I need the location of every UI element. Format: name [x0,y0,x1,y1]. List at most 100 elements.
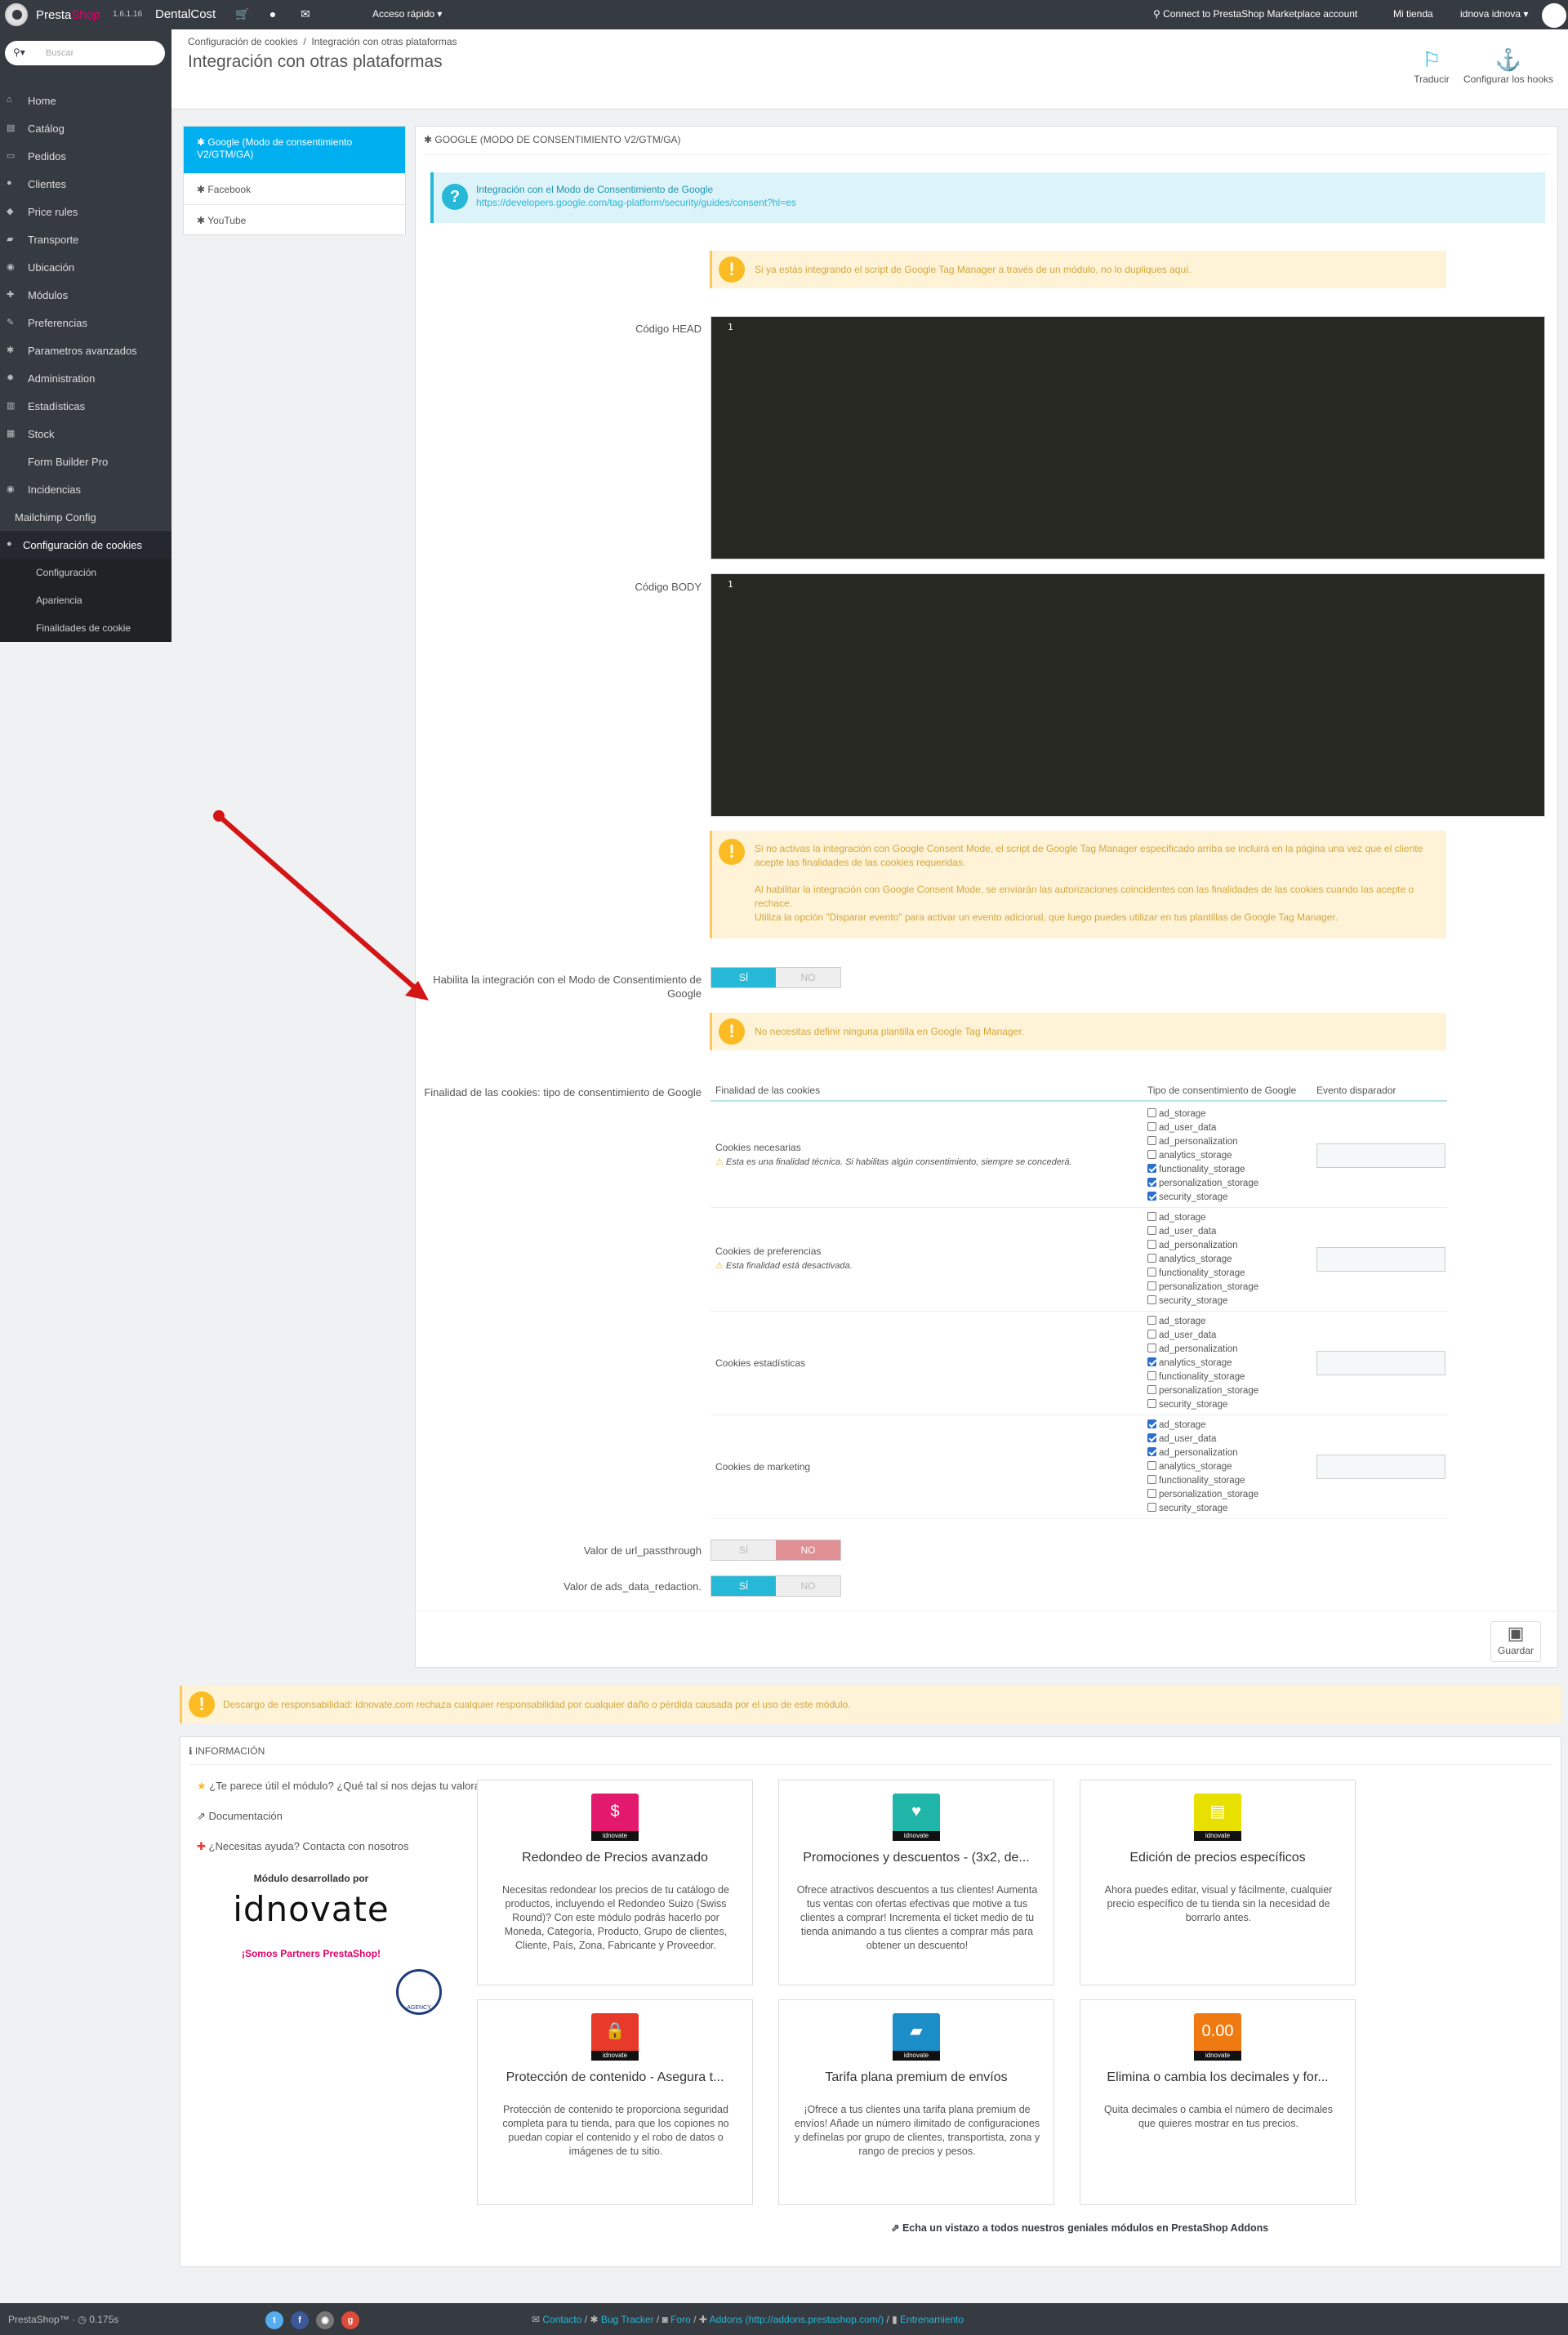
sidebar-item-16[interactable]: ● Configuración de cookies [0,531,172,559]
checkbox-box[interactable] [1147,1475,1156,1484]
checkbox-box[interactable] [1147,1371,1156,1380]
module-logo-icon[interactable]: ▤ idnovate [1194,1794,1241,1841]
checkbox-box[interactable] [1147,1226,1156,1235]
checkbox-box[interactable] [1147,1503,1156,1512]
save-button[interactable]: ▣ Guardar [1490,1621,1541,1662]
module-card[interactable]: 0.00 idnovate Elimina o cambia los decimal… [1080,1999,1356,2205]
module-card[interactable]: ▤ idnovate Edición de precios específicos A… [1080,1780,1356,1985]
checkbox-box[interactable] [1147,1357,1156,1366]
checkbox-box[interactable] [1147,1212,1156,1221]
consent-checkbox[interactable]: ad_storage [1147,1211,1206,1225]
consent-docs-link[interactable]: https://developers.google.com/tag-platfo… [476,197,796,208]
tab-facebook[interactable]: ✱ Facebook [184,174,405,205]
consent-checkbox[interactable]: analytics_storage [1147,1253,1232,1267]
search-icon[interactable]: ⚲▾ [13,47,25,58]
module-card[interactable]: ▰ idnovate Tarifa plana premium de envíos ¡… [778,1999,1054,2205]
consent-checkbox[interactable]: ad_storage [1147,1107,1206,1121]
user-icon[interactable]: ● [266,7,279,20]
consent-checkbox[interactable]: ad_personalization [1147,1239,1238,1253]
sidebar-item-7[interactable]: ✚ Módulos [0,281,172,309]
consent-checkbox[interactable]: analytics_storage [1147,1149,1232,1163]
event-trigger-input[interactable] [1316,1247,1446,1272]
addons-link[interactable]: ⇗ Echa un vistazo a todos nuestros genia… [891,2221,1268,2234]
search-box[interactable]: ⚲▾ Buscar [5,41,165,65]
employee-menu[interactable]: idnova idnova ▾ [1460,8,1528,20]
checkbox-box[interactable] [1147,1461,1156,1470]
consent-checkbox[interactable]: ad_storage [1147,1315,1206,1329]
module-title[interactable]: Elimina o cambia los decimales y for... [1087,2070,1348,2085]
consent-checkbox[interactable]: personalization_storage [1147,1488,1258,1502]
checkbox-box[interactable] [1147,1447,1156,1456]
checkbox-box[interactable] [1147,1122,1156,1131]
checkbox-box[interactable] [1147,1136,1156,1145]
event-trigger-input[interactable] [1316,1351,1446,1375]
translate-button[interactable]: ⚐ Traducir [1403,46,1460,103]
head-code-editor[interactable]: 1 [710,316,1545,559]
body-code-editor[interactable]: 1 [710,573,1545,817]
checkbox-box[interactable] [1147,1316,1156,1325]
consent-checkbox[interactable]: security_storage [1147,1398,1227,1412]
sidebar-item-10[interactable]: ✹ Administration [0,364,172,392]
sidebar-item-11[interactable]: ▥ Estadísticas [0,392,172,420]
checkbox-box[interactable] [1147,1254,1156,1263]
checkbox-box[interactable] [1147,1399,1156,1408]
switch-yes[interactable]: SÍ [711,1540,776,1560]
idnovate-logo[interactable]: idnovate [189,1889,434,1929]
sidebar-subitem-0[interactable]: Configuración [0,559,172,586]
facebook-icon[interactable]: f [291,2311,309,2329]
checkbox-box[interactable] [1147,1108,1156,1117]
switch-no[interactable]: NO [776,968,840,987]
module-title[interactable]: Redondeo de Precios avanzado [484,1851,746,1865]
checkbox-box[interactable] [1147,1385,1156,1394]
prestashop-logo-icon[interactable] [5,3,28,26]
consent-checkbox[interactable]: ad_user_data [1147,1329,1216,1343]
consent-checkbox[interactable]: functionality_storage [1147,1163,1245,1177]
checkbox-box[interactable] [1147,1178,1156,1187]
consent-checkbox[interactable]: security_storage [1147,1294,1227,1308]
checkbox-box[interactable] [1147,1433,1156,1442]
consent-checkbox[interactable]: security_storage [1147,1502,1227,1516]
checkbox-box[interactable] [1147,1419,1156,1428]
avatar[interactable] [1542,3,1566,28]
cart-icon[interactable]: 🛒 [235,7,249,20]
module-logo-icon[interactable]: 🔒 idnovate [591,2013,639,2061]
consent-checkbox[interactable]: personalization_storage [1147,1384,1258,1398]
checkbox-box[interactable] [1147,1330,1156,1339]
checkbox-box[interactable] [1147,1295,1156,1304]
switch-yes[interactable]: SÍ [711,1576,776,1596]
twitter-icon[interactable]: t [265,2311,283,2329]
event-trigger-input[interactable] [1316,1455,1446,1479]
consent-checkbox[interactable]: ad_storage [1147,1419,1206,1433]
sidebar-item-15[interactable]: Mailchimp Config [0,503,172,531]
sidebar-item-1[interactable]: ▤ Catálog [0,114,172,142]
checkbox-box[interactable] [1147,1344,1156,1352]
sidebar-item-14[interactable]: ◉ Incidencias [0,475,172,503]
search-input[interactable]: Buscar [46,48,74,58]
consent-checkbox[interactable]: ad_personalization [1147,1446,1238,1460]
consent-checkbox[interactable]: personalization_storage [1147,1177,1258,1191]
checkbox-box[interactable] [1147,1192,1156,1201]
sidebar-item-12[interactable]: ▦ Stock [0,420,172,448]
module-logo-icon[interactable]: 0.00 idnovate [1194,2013,1241,2061]
help-link[interactable]: ✚ ¿Necesitas ayuda? Contacta con nosotro… [197,1840,408,1853]
breadcrumb-item[interactable]: Configuración de cookies [188,36,298,47]
consent-checkbox[interactable]: personalization_storage [1147,1281,1258,1294]
module-logo-icon[interactable]: ♥ idnovate [893,1794,940,1841]
checkbox-box[interactable] [1147,1268,1156,1277]
checkbox-box[interactable] [1147,1240,1156,1249]
sidebar-subitem-1[interactable]: Apariencia [0,586,172,614]
consent-checkbox[interactable]: functionality_storage [1147,1267,1245,1281]
checkbox-box[interactable] [1147,1281,1156,1290]
event-trigger-input[interactable] [1316,1143,1446,1168]
sidebar-item-2[interactable]: ▭ Pedidos [0,142,172,170]
sidebar-item-4[interactable]: ◆ Price rules [0,198,172,225]
googleplus-icon[interactable]: g [341,2311,359,2329]
consent-checkbox[interactable]: functionality_storage [1147,1370,1245,1384]
training-link[interactable]: Entrenamiento [900,2314,964,2325]
sidebar-subitem-2[interactable]: Finalidades de cookie [0,614,172,642]
module-title[interactable]: Promociones y descuentos - (3x2, de... [786,1851,1047,1865]
module-card[interactable]: $ idnovate Redondeo de Precios avanzado Nec… [477,1780,753,1985]
tab-google[interactable]: ✱ Google (Modo de consentimiento V2/GTM/… [184,127,405,174]
checkbox-box[interactable] [1147,1164,1156,1173]
mail-icon[interactable]: ✉ [299,7,312,20]
